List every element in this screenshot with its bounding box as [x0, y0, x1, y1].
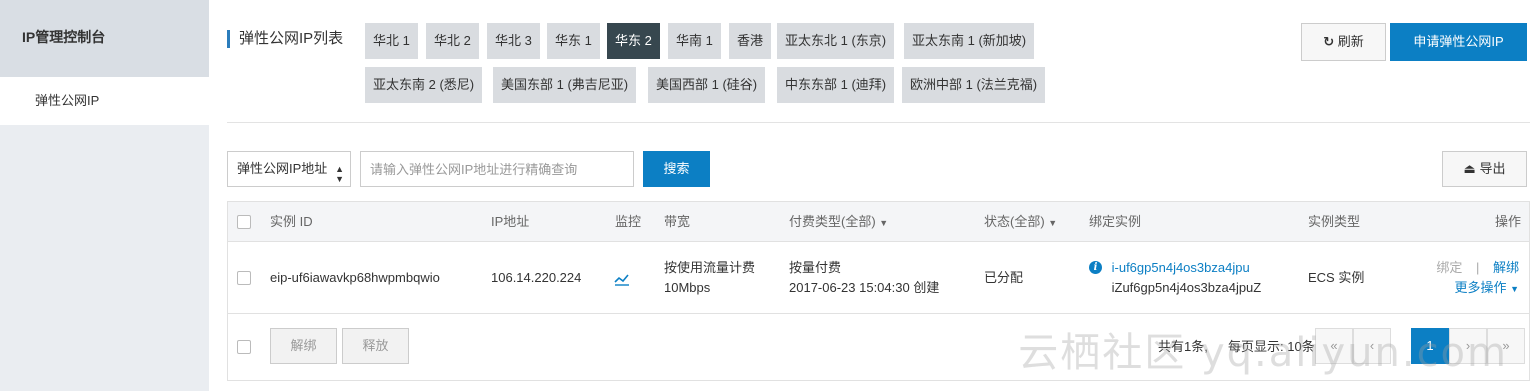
region-tab[interactable]: 亚太东北 1 (东京) — [777, 23, 895, 59]
unbind-action[interactable]: 解绑 — [1493, 260, 1519, 275]
console-title: IP管理控制台 — [0, 0, 209, 77]
batch-unbind-button[interactable]: 解绑 — [270, 328, 337, 364]
row-actions: 绑定 | 解绑 更多操作 ▼ — [1436, 258, 1519, 299]
monitor-chart-icon[interactable] — [614, 268, 630, 288]
bound-instance-link[interactable]: i-uf6gp5n4j4os3bza4jpu — [1112, 260, 1250, 275]
search-input[interactable] — [360, 151, 634, 187]
action-separator: | — [1475, 260, 1480, 275]
select-all-checkbox[interactable] — [237, 215, 251, 229]
bound-instance-name: iZuf6gp5n4j4os3bza4jpuZ — [1111, 280, 1262, 295]
sidebar-item-eip[interactable]: 弹性公网IP — [0, 77, 209, 125]
region-tab[interactable]: 亚太东南 2 (悉尼) — [365, 67, 483, 103]
main-content: 弹性公网IP列表 华北 1 华北 2 华北 3 华东 1 华东 2 华南 1 香… — [227, 0, 1538, 391]
region-tab-active[interactable]: 华东 2 — [607, 23, 660, 59]
row-bound-instance: i i-uf6gp5n4j4os3bza4jpu iZuf6gp5n4j4os3… — [1089, 258, 1261, 298]
table-row: eip-uf6iawavkp68hwpmbqwio 106.14.220.224… — [228, 242, 1529, 314]
dropdown-icon: ▼ — [1048, 218, 1058, 228]
divider — [227, 122, 1530, 123]
table-header: 实例 ID IP地址 监控 带宽 付费类型(全部) ▼ 状态(全部) ▼ 绑定实… — [228, 202, 1529, 242]
col-instance-type: 实例类型 — [1308, 214, 1361, 229]
dropdown-icon: ▼ — [1510, 284, 1519, 294]
search-button[interactable]: 搜索 — [643, 151, 710, 187]
refresh-label: 刷新 — [1337, 34, 1364, 49]
status-badge: 已分配 — [984, 270, 1024, 285]
batch-release-button[interactable]: 释放 — [342, 328, 409, 364]
sidebar: IP管理控制台 弹性公网IP — [0, 0, 209, 391]
col-bandwidth: 带宽 — [664, 214, 691, 229]
col-instance-id: 实例 ID — [270, 214, 313, 229]
row-checkbox[interactable] — [237, 271, 251, 285]
refresh-icon: ↻ — [1323, 34, 1335, 49]
search-type-select[interactable]: 弹性公网IP地址 ▲ ▼ — [227, 151, 351, 187]
col-pay-type-filter[interactable]: 付费类型(全部) ▼ — [789, 202, 888, 243]
region-tab[interactable]: 华北 1 — [365, 23, 418, 59]
page-title: 弹性公网IP列表 — [227, 30, 343, 48]
row-bandwidth: 按使用流量计费 10Mbps — [664, 260, 756, 295]
region-tab[interactable]: 欧洲中部 1 (法兰克福) — [902, 67, 1046, 103]
col-monitor: 监控 — [615, 214, 642, 229]
apply-eip-button[interactable]: 申请弹性公网IP — [1390, 23, 1527, 61]
select-value: 弹性公网IP地址 — [237, 161, 328, 176]
footer-checkbox[interactable] — [237, 340, 251, 354]
region-tab[interactable]: 华南 1 — [668, 23, 721, 59]
region-tab[interactable]: 美国东部 1 (弗吉尼亚) — [493, 67, 637, 103]
col-status-filter[interactable]: 状态(全部) ▼ — [984, 202, 1057, 243]
region-tab[interactable]: 亚太东南 1 (新加坡) — [904, 23, 1035, 59]
more-actions-menu[interactable]: 更多操作 ▼ — [1454, 280, 1519, 295]
watermark: 云栖社区 yq.aliyun.com — [1018, 330, 1508, 376]
refresh-button[interactable]: ↻ 刷新 — [1301, 23, 1386, 61]
row-ip: 106.14.220.224 — [491, 270, 582, 285]
col-bound-instance: 绑定实例 — [1089, 214, 1142, 229]
row-pay-type: 按量付费 2017-06-23 15:04:30 创建 — [789, 260, 940, 295]
region-tab[interactable]: 华东 1 — [547, 23, 600, 59]
region-tab[interactable]: 华北 3 — [487, 23, 540, 59]
row-instance-id: eip-uf6iawavkp68hwpmbqwio — [270, 270, 440, 285]
row-instance-type: ECS 实例 — [1308, 270, 1365, 285]
region-tab[interactable]: 香港 — [729, 23, 772, 59]
export-label: 导出 — [1479, 161, 1506, 176]
dropdown-icon: ▼ — [879, 218, 889, 228]
col-ip: IP地址 — [491, 214, 530, 229]
export-icon: ⏏ — [1463, 161, 1476, 176]
region-tab[interactable]: 华北 2 — [426, 23, 479, 59]
export-button[interactable]: ⏏ 导出 — [1442, 151, 1527, 187]
region-tab[interactable]: 美国西部 1 (硅谷) — [648, 67, 766, 103]
region-tab[interactable]: 中东东部 1 (迪拜) — [777, 67, 895, 103]
bind-action: 绑定 — [1436, 260, 1463, 275]
col-actions: 操作 — [1494, 214, 1521, 229]
info-icon[interactable]: i — [1089, 261, 1102, 274]
